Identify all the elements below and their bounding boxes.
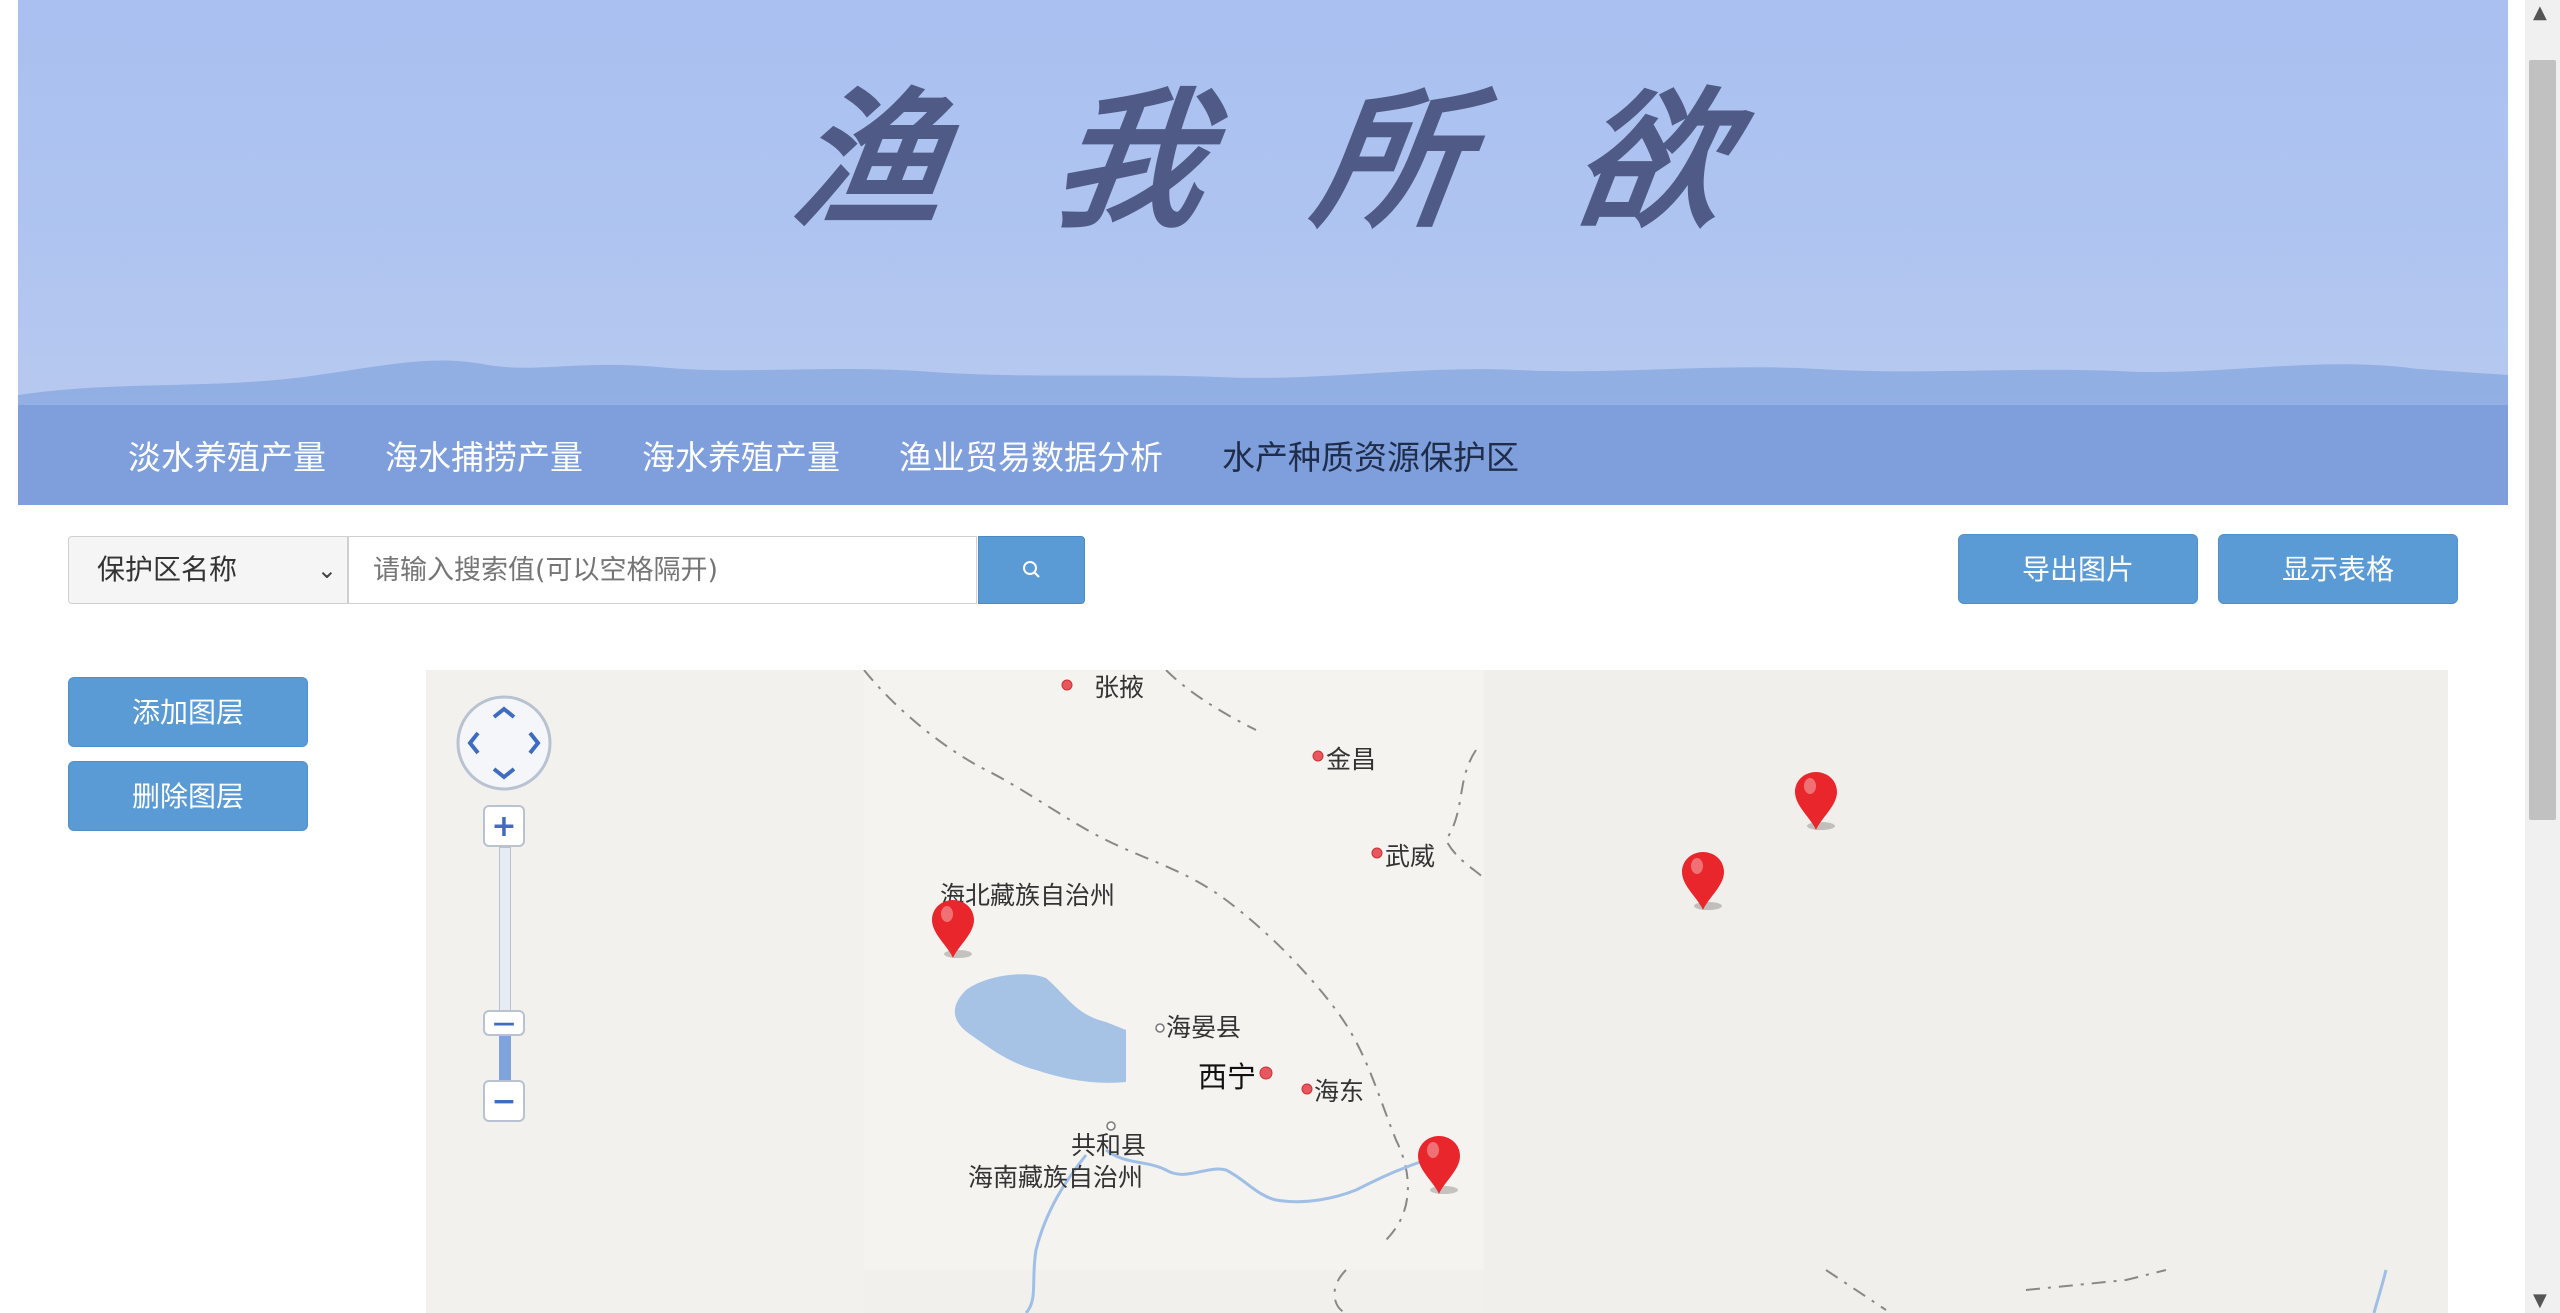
vertical-scrollbar[interactable]: ▲ ▼ <box>2525 0 2560 1313</box>
search-field-select[interactable]: 保护区名称 ⌄ <box>68 536 348 604</box>
banner: 渔我所欲 <box>18 0 2508 405</box>
scroll-down-arrow-icon[interactable]: ▼ <box>2533 1290 2547 1311</box>
map-label-wuwei: 武威 <box>1385 842 1436 871</box>
select-value: 保护区名称 <box>97 553 238 586</box>
nav-item-marine-catch[interactable]: 海水捕捞产量 <box>385 431 583 479</box>
map-label-hainan: 海南藏族自治州 <box>968 1163 1144 1192</box>
map-label-haidong: 海东 <box>1314 1077 1365 1106</box>
nav-item-germplasm-reserve[interactable]: 水产种质资源保护区 <box>1222 431 1519 479</box>
scrollbar-thumb[interactable] <box>2529 60 2556 820</box>
nav-item-trade-analysis[interactable]: 渔业贸易数据分析 <box>899 431 1163 479</box>
nav-item-marine-aquaculture[interactable]: 海水养殖产量 <box>642 431 840 479</box>
nav-item-freshwater[interactable]: 淡水养殖产量 <box>128 431 326 479</box>
zoom-slider-handle[interactable]: — <box>483 1010 525 1036</box>
show-table-button[interactable]: 显示表格 <box>2218 534 2458 604</box>
pan-control[interactable] <box>456 695 552 791</box>
page: 渔我所欲 淡水养殖产量 海水捕捞产量 海水养殖产量 渔业贸易数据分析 水产种质资… <box>18 0 2508 1313</box>
map-label-zhangye: 张掖 <box>1094 673 1145 702</box>
banner-title: 渔我所欲 <box>783 73 1849 249</box>
export-image-button[interactable]: 导出图片 <box>1958 534 2198 604</box>
zoom-out-button[interactable]: − <box>483 1080 525 1122</box>
search-input[interactable] <box>348 536 977 604</box>
map-label-jinchang: 金昌 <box>1326 745 1377 774</box>
scroll-up-arrow-icon[interactable]: ▲ <box>2533 2 2547 23</box>
main-nav: 淡水养殖产量 海水捕捞产量 海水养殖产量 渔业贸易数据分析 水产种质资源保护区 <box>18 405 2508 505</box>
map-marker-icon[interactable] <box>1791 770 1841 834</box>
chevron-down-icon: ⌄ <box>316 556 337 584</box>
search-button[interactable] <box>978 536 1085 604</box>
search-icon <box>1022 561 1040 578</box>
map-marker-icon[interactable] <box>928 898 978 962</box>
map-canvas[interactable]: 张掖 金昌 武威 海北藏族自治州 海晏县 西宁 海东 共和县 海南藏族自治州 +… <box>426 670 2448 1313</box>
map-marker-icon[interactable] <box>1414 1134 1464 1198</box>
mountains-silhouette <box>18 360 2508 405</box>
map-marker-icon[interactable] <box>1678 850 1728 914</box>
zoom-in-button[interactable]: + <box>483 805 525 847</box>
map-label-haiyan: 海晏县 <box>1166 1013 1242 1042</box>
map-base-layer <box>426 670 2448 1313</box>
map-label-gonghe: 共和县 <box>1071 1131 1147 1160</box>
add-layer-button[interactable]: 添加图层 <box>68 677 308 747</box>
map-label-xining: 西宁 <box>1198 1060 1257 1094</box>
delete-layer-button[interactable]: 删除图层 <box>68 761 308 831</box>
